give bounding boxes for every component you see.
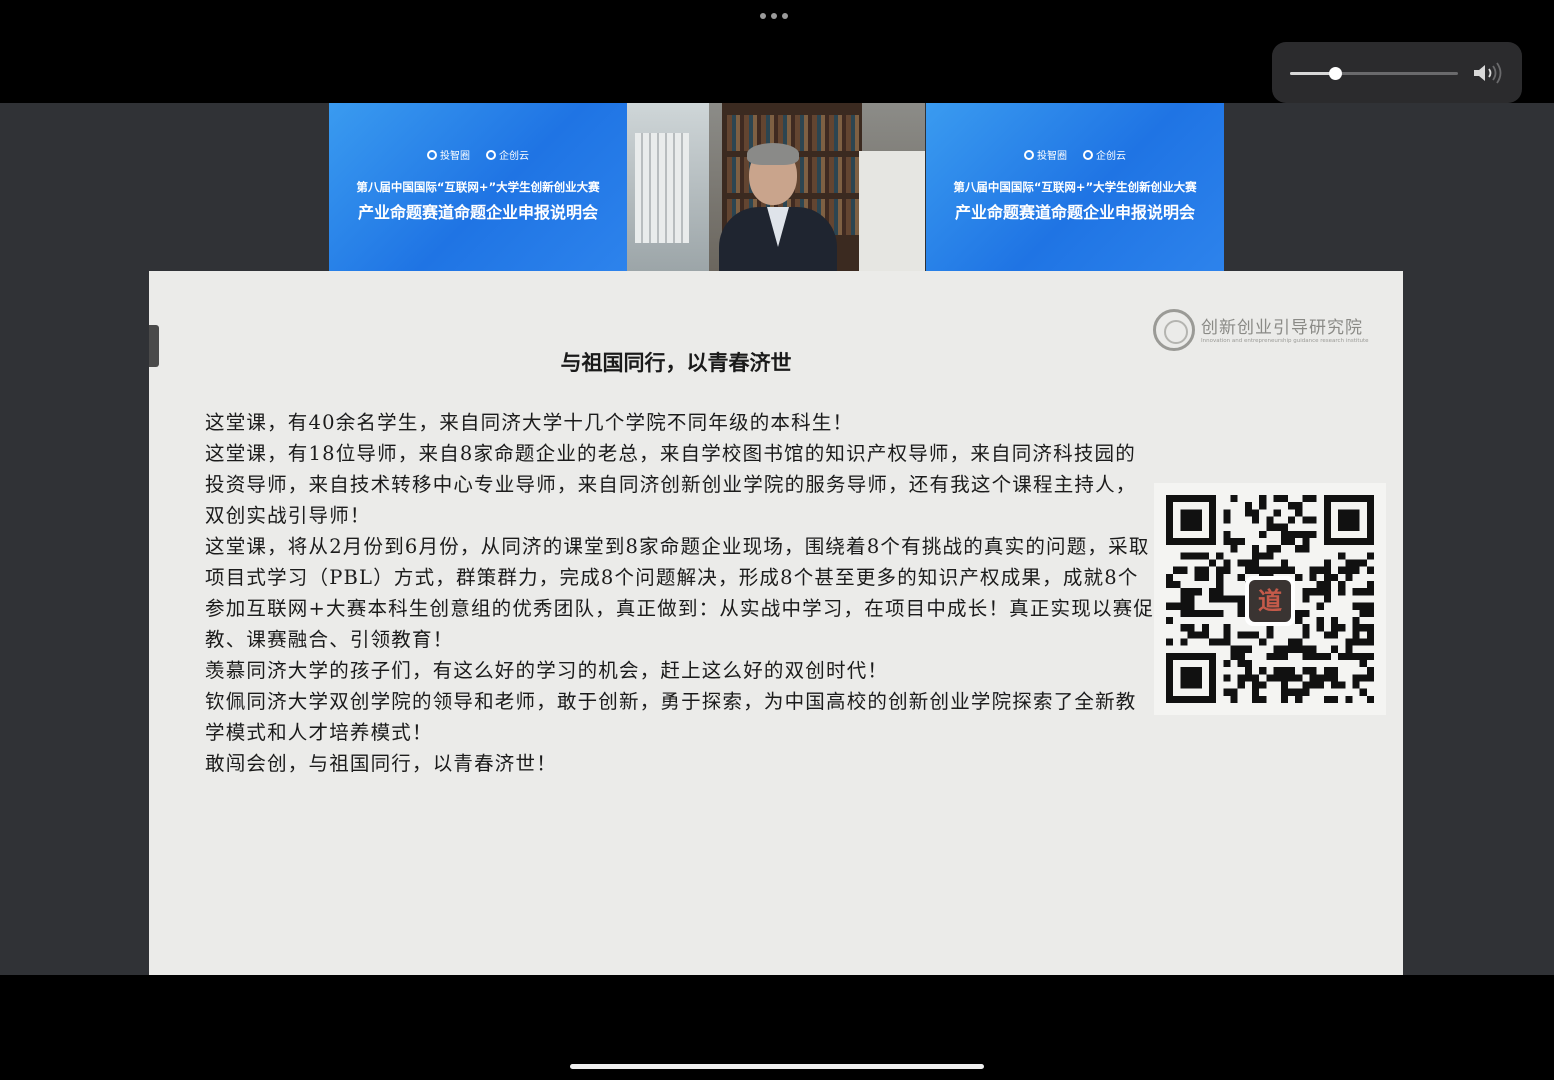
speaker-icon[interactable] xyxy=(1472,62,1506,84)
banner-event-title: 产业命题赛道命题企业申报说明会 xyxy=(357,203,598,222)
video-tile-speaker-camera[interactable] xyxy=(627,103,925,271)
top-bar xyxy=(0,0,1554,103)
qr-center-logo: 道 xyxy=(1249,580,1291,622)
banner-event-title: 产业命题赛道命题企业申报说明会 xyxy=(954,203,1195,222)
paragraph: 敢闯会创，与祖国同行，以青春济世！ xyxy=(205,752,557,775)
video-tile-right-banner[interactable]: 投智圈 企创云 第八届中国国际“互联网+”大学生创新创业大赛 产业命题赛道命题企… xyxy=(926,103,1224,271)
ellipsis-icon[interactable] xyxy=(760,10,794,22)
institute-name: 创新创业引导研究院 xyxy=(1201,318,1363,338)
paragraph: 钦佩同济大学双创学院的领导和老师，敢于创新，勇于探索，为中国高校的创新创业学院探… xyxy=(205,690,1137,744)
institute-subtitle: Innovation and entrepreneurship guidance… xyxy=(1201,338,1369,344)
banner-event-name: 第八届中国国际“互联网+”大学生创新创业大赛 xyxy=(953,180,1197,194)
paragraph: 这堂课，将从2月份到6月份，从同济的课堂到8家命题企业现场，围绕着8个有挑战的真… xyxy=(205,535,1155,651)
slide-body: 这堂课，有40余名学生，来自同济大学十几个学院不同年级的本科生！ 这堂课，有18… xyxy=(205,407,1155,779)
banner-event-name: 第八届中国国际“互联网+”大学生创新创业大赛 xyxy=(356,180,600,194)
touzhiquan-logo: 投智圈 xyxy=(427,147,470,162)
qichuangyun-logo: 企创云 xyxy=(486,147,529,162)
institute-seal-icon xyxy=(1153,309,1195,351)
touzhiquan-logo: 投智圈 xyxy=(1024,147,1067,162)
paragraph: 这堂课，有40余名学生，来自同济大学十几个学院不同年级的本科生！ xyxy=(205,411,854,434)
paragraph: 这堂课，有18位导师，来自8家命题企业的老总，来自学校图书馆的知识产权导师，来自… xyxy=(205,442,1137,527)
paragraph: 羡慕同济大学的孩子们，有这么好的学习的机会，赶上这么好的双创时代！ xyxy=(205,659,889,682)
slide-title: 与祖国同行，以青春济世 xyxy=(560,351,792,375)
qichuangyun-logo: 企创云 xyxy=(1083,147,1126,162)
video-tile-left-banner[interactable]: 投智圈 企创云 第八届中国国际“互联网+”大学生创新创业大赛 产业命题赛道命题企… xyxy=(329,103,627,271)
volume-slider[interactable] xyxy=(1290,67,1458,80)
volume-control[interactable] xyxy=(1272,42,1522,103)
volume-knob[interactable] xyxy=(1329,67,1343,80)
shared-slide: 创新创业引导研究院 Innovation and entrepreneurshi… xyxy=(149,271,1403,975)
home-indicator[interactable] xyxy=(570,1064,984,1069)
qr-code: 道 xyxy=(1154,483,1386,715)
